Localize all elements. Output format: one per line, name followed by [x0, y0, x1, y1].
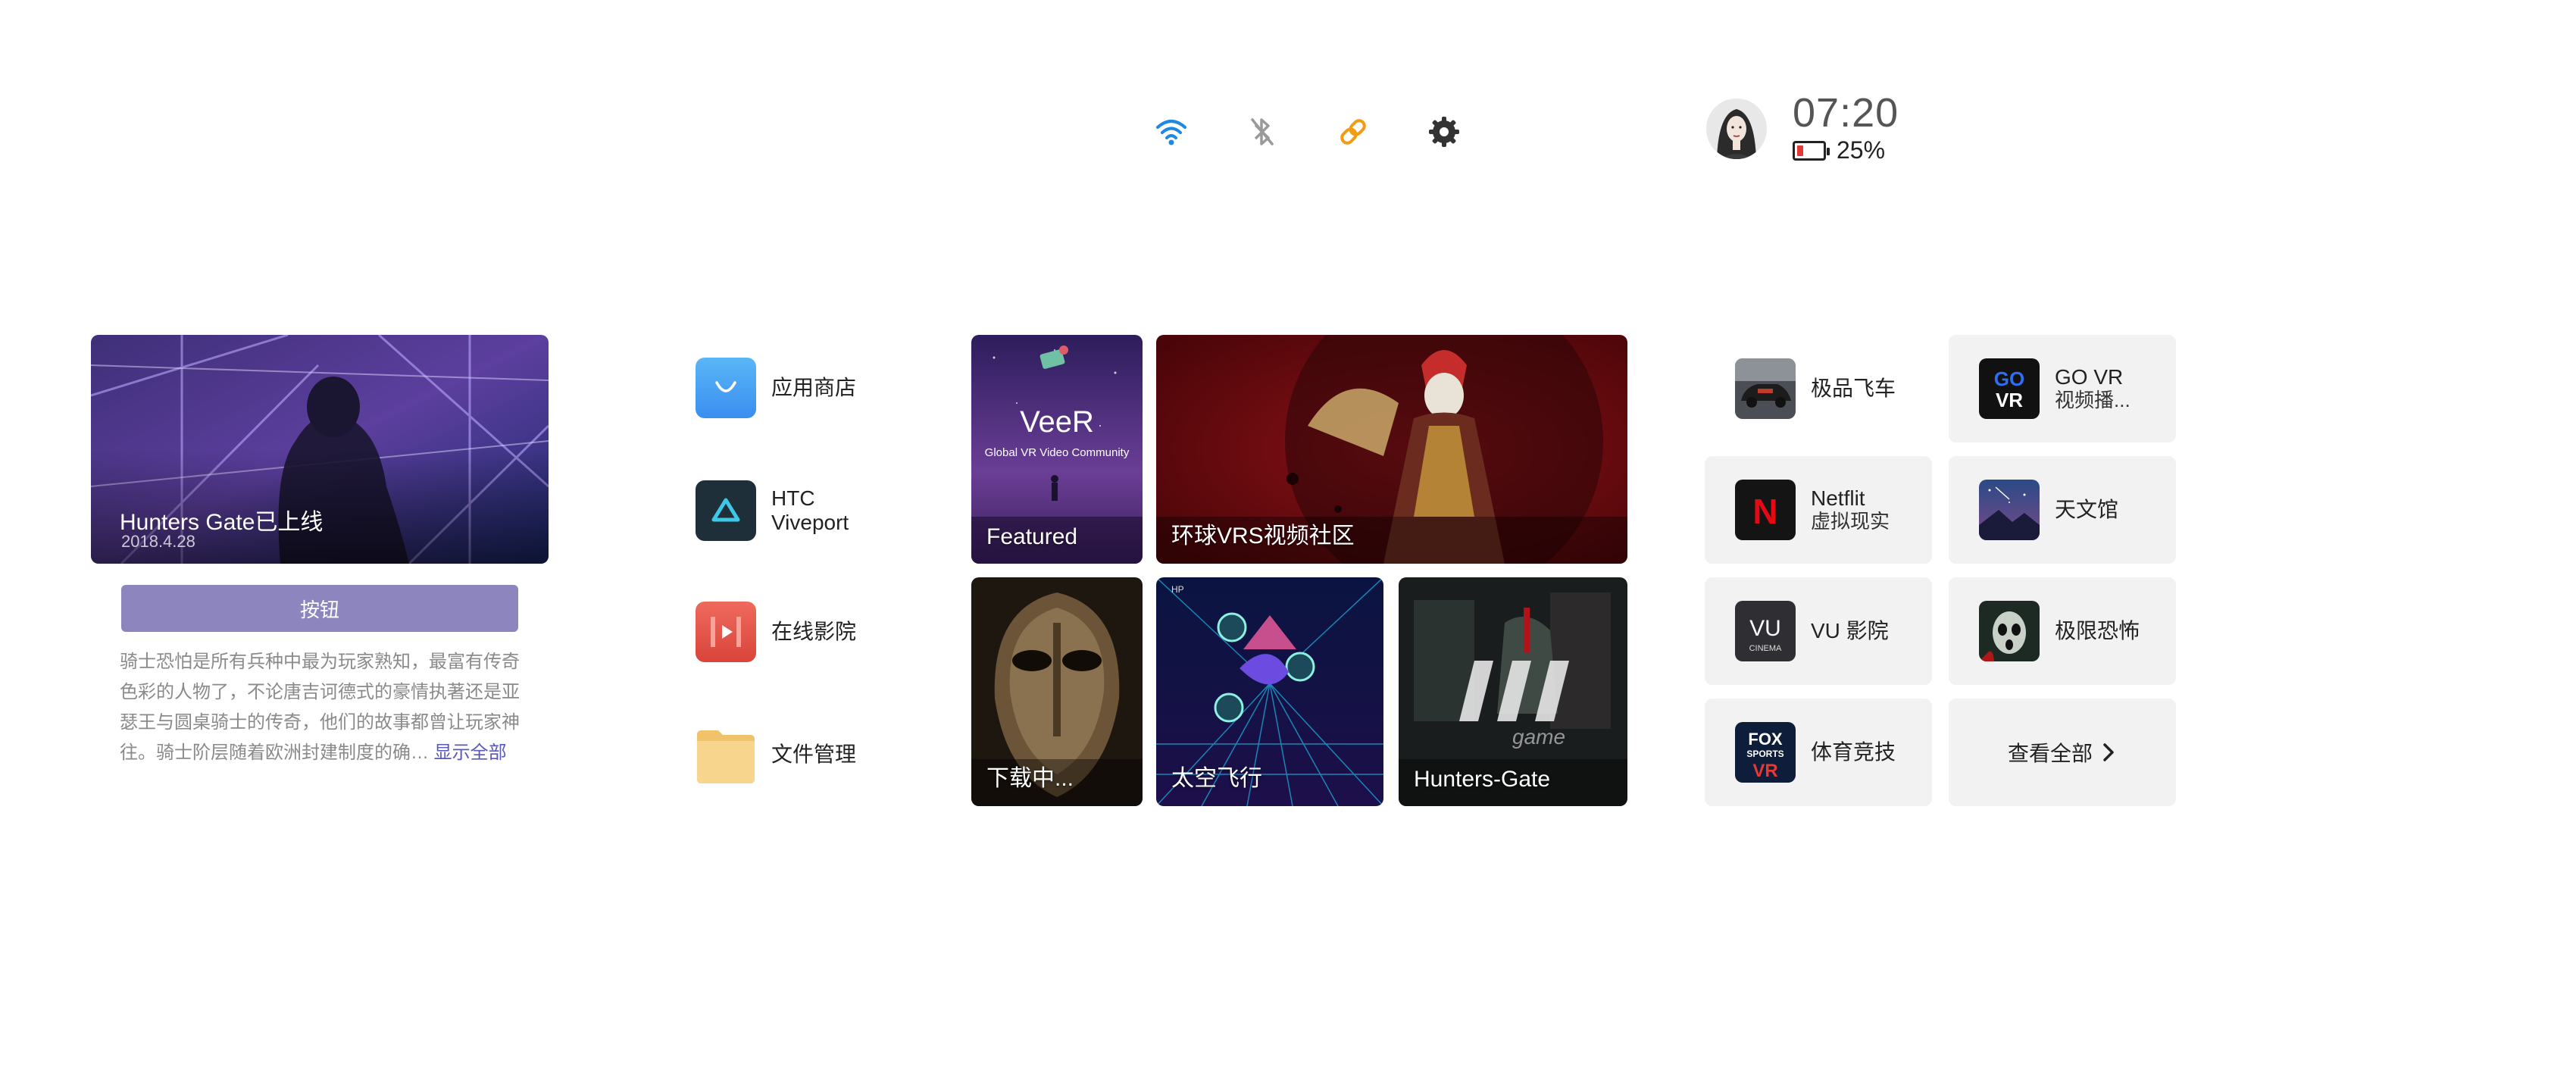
viveport-label-line1: HTC — [771, 486, 815, 510]
fox-logo-subtext: SPORTS — [1746, 749, 1784, 759]
go-vr-title: GO VR — [2055, 365, 2124, 389]
netflix-subtitle: 虚拟现实 — [1811, 510, 1890, 533]
planetarium-icon — [1979, 480, 2040, 540]
tile-featured-label: Featured — [986, 524, 1078, 549]
grid-label-extreme-horror: 极限恐怖 — [2055, 619, 2140, 642]
tile-hunters-gate[interactable]: game Hunters-Gate — [1399, 577, 1627, 806]
vu-cinema-logo-icon: VU CINEMA — [1735, 601, 1796, 661]
online-cinema-item[interactable]: 在线影院 — [696, 602, 856, 662]
featured-date: 2018.4.28 — [121, 532, 195, 551]
grid-item-extreme-horror[interactable]: 极限恐怖 — [1949, 577, 2176, 685]
netflix-logo-letter: N — [1752, 492, 1777, 531]
race-car-icon — [1735, 358, 1796, 419]
vu-logo-subtext: CINEMA — [1749, 644, 1782, 653]
go-vr-logo-icon: GO VR — [1979, 358, 2040, 419]
featured-description: 骑士恐怕是所有兵种中最为玩家熟知，最富有传奇色彩的人物了，不论唐吉诃德式的豪情执… — [120, 647, 529, 768]
online-cinema-label: 在线影院 — [771, 620, 857, 643]
grid-label-vu-cinema: VU 影院 — [1811, 619, 1889, 642]
veer-tagline: Global VR Video Community — [985, 446, 1130, 459]
grid-item-go-vr[interactable]: GO VR GO VR 视频播... — [1949, 335, 2176, 442]
fox-sports-vr-logo-icon: FOX SPORTS VR — [1735, 722, 1796, 783]
game-watermark: game — [1512, 725, 1565, 749]
featured-banner[interactable]: Hunters Gate已上线 2018.4.28 — [91, 335, 549, 564]
folder-icon — [696, 724, 756, 785]
view-all-button[interactable]: 查看全部 — [1949, 699, 2176, 806]
file-manager-item[interactable]: 文件管理 — [696, 724, 856, 785]
tile-space-label: 太空飞行 — [1171, 766, 1262, 791]
featured-action-button[interactable]: 按钮 — [121, 585, 518, 632]
tile-downloading-label: 下载中... — [986, 766, 1074, 791]
grid-item-netflix[interactable]: N Netflit 虚拟现实 — [1705, 456, 1932, 564]
show-all-link[interactable]: 显示全部 — [434, 742, 507, 763]
tile-space-flight[interactable]: HP 太空飞行 — [1156, 577, 1383, 806]
grid-label-sports: 体育竞技 — [1811, 740, 1896, 764]
view-all-label: 查看全部 — [2007, 742, 2093, 765]
netflix-logo-icon: N — [1735, 480, 1796, 540]
tile-hunters-label: Hunters-Gate — [1414, 767, 1551, 792]
grid-label-planetarium: 天文馆 — [2055, 498, 2119, 521]
viveport-icon — [696, 480, 756, 541]
film-icon — [696, 602, 756, 662]
veer-logo-text: VeeR — [1020, 405, 1094, 439]
battery-status: 25% — [1793, 136, 1885, 164]
tile-downloading[interactable]: 下载中... — [971, 577, 1143, 806]
app-store-item[interactable]: 应用商店 — [696, 358, 856, 418]
clock-time: 07:20 — [1793, 90, 1899, 136]
grid-item-planetarium[interactable]: 天文馆 — [1949, 456, 2176, 564]
file-manager-label: 文件管理 — [771, 742, 857, 766]
bluetooth-off-icon[interactable] — [1241, 111, 1283, 153]
tile-vrs-community[interactable]: 环球VRS视频社区 — [1156, 335, 1627, 564]
grid-item-sports[interactable]: FOX SPORTS VR 体育竞技 — [1705, 699, 1932, 806]
fox-logo-text: FOX — [1748, 730, 1783, 749]
app-store-label: 应用商店 — [771, 376, 857, 399]
go-vr-logo-top: GO — [1994, 367, 2024, 390]
battery-percent: 25% — [1837, 136, 1886, 164]
grid-item-vu-cinema[interactable]: VU CINEMA VU 影院 — [1705, 577, 1932, 685]
gear-icon[interactable] — [1423, 111, 1465, 153]
viveport-label: HTC Viveport — [771, 486, 849, 535]
link-icon[interactable] — [1332, 111, 1374, 153]
grid-label-netflix: Netflit 虚拟现实 — [1811, 487, 1890, 533]
wifi-icon[interactable] — [1150, 111, 1193, 153]
chevron-right-icon — [2103, 743, 2114, 761]
grid-item-need-for-speed[interactable]: 极品飞车 — [1705, 335, 1932, 442]
viveport-item[interactable]: HTC Viveport — [696, 480, 849, 541]
vu-logo-text: VU — [1749, 616, 1781, 641]
battery-icon — [1793, 140, 1830, 161]
go-vr-logo-bottom: VR — [1996, 389, 2023, 411]
viveport-label-line2: Viveport — [771, 511, 849, 534]
go-vr-subtitle: 视频播... — [2055, 389, 2131, 411]
grid-label-need-for-speed: 极品飞车 — [1811, 377, 1896, 400]
netflix-title: Netflit — [1811, 486, 1865, 510]
shopping-bag-icon — [696, 358, 756, 418]
grid-label-go-vr: GO VR 视频播... — [2055, 365, 2131, 412]
avatar[interactable] — [1706, 98, 1767, 159]
horror-face-icon — [1979, 601, 2040, 661]
tile-vrs-label: 环球VRS视频社区 — [1171, 524, 1355, 549]
fox-logo-vr: VR — [1752, 761, 1777, 781]
hp-hud-text: HP — [1171, 584, 1184, 595]
tile-featured[interactable]: VeeR Global VR Video Community Featured — [971, 335, 1143, 564]
